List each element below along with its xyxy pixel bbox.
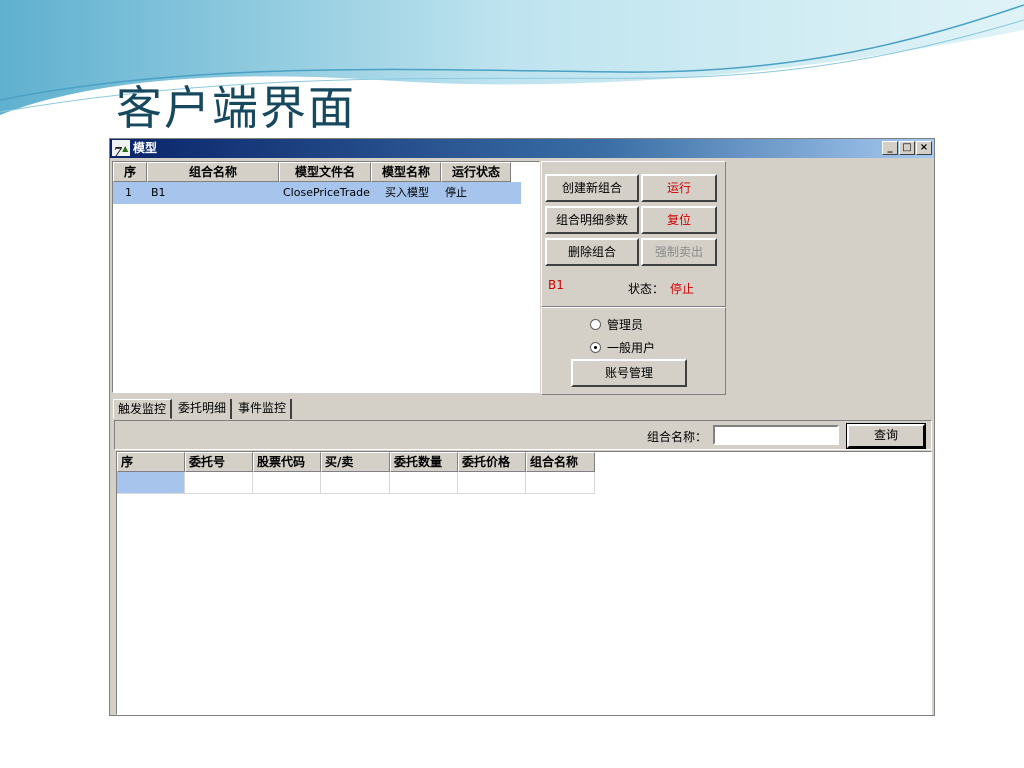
column-header-combo-name[interactable]: 组合名称 — [526, 452, 595, 472]
run-button[interactable]: 运行 — [641, 174, 717, 202]
column-header-model-file[interactable]: 模型文件名 — [279, 162, 371, 182]
maximize-button[interactable]: □ — [899, 141, 915, 155]
column-header-index[interactable]: 序 — [117, 452, 185, 472]
search-label: 组合名称： — [647, 430, 708, 444]
create-combo-button[interactable]: 创建新组合 — [545, 174, 639, 202]
model-window: 7▲ 模型 _ □ × 序 组合名称 模型文件名 模型名称 运行状态 1 B1 … — [109, 138, 935, 716]
radio-general-user-label: 一般用户 — [607, 341, 656, 355]
force-sell-button[interactable]: 强制卖出 — [641, 238, 717, 266]
query-button[interactable]: 查询 — [846, 423, 926, 449]
radio-general-user-icon[interactable] — [590, 342, 601, 353]
column-header-model-name[interactable]: 模型名称 — [371, 162, 441, 182]
user-type-panel: 管理员 一般用户 账号管理 — [541, 307, 726, 395]
minimize-button[interactable]: _ — [882, 141, 898, 155]
status-label: 状态： — [628, 282, 665, 296]
table-row-cell-model-name[interactable]: 买入模型 — [371, 182, 441, 204]
table-row-cell-combo-name[interactable]: B1 — [147, 182, 279, 204]
table-row-cell-run-status[interactable]: 停止 — [441, 182, 521, 204]
table-row-cell-index[interactable]: 1 — [113, 182, 147, 204]
monitor-tabs: 触发监控 委托明细 事件监控 — [113, 399, 294, 419]
table-row-cell[interactable] — [390, 472, 458, 494]
column-header-price[interactable]: 委托价格 — [458, 452, 526, 472]
column-header-run-status[interactable]: 运行状态 — [441, 162, 511, 182]
tab-event-monitor[interactable]: 事件监控 — [234, 399, 293, 419]
order-table: 序 委托号 股票代码 买/卖 委托数量 委托价格 组合名称 — [116, 451, 932, 715]
app-logo-icon: 7▲ — [112, 140, 130, 159]
combo-name-input[interactable] — [713, 425, 839, 445]
column-header-side[interactable]: 买/卖 — [321, 452, 390, 472]
radio-general-user[interactable]: 一般用户 — [590, 339, 655, 356]
slide-title: 客户端界面 — [116, 81, 356, 135]
search-bar: 组合名称： 查询 — [114, 420, 932, 450]
reset-button[interactable]: 复位 — [641, 206, 717, 234]
column-header-index[interactable]: 序 — [113, 162, 147, 182]
table-row-cell-model-file[interactable]: ClosePriceTrade — [279, 182, 371, 204]
radio-admin-icon[interactable] — [590, 319, 601, 330]
combo-params-button[interactable]: 组合明细参数 — [545, 206, 639, 234]
column-header-stock-code[interactable]: 股票代码 — [253, 452, 321, 472]
table-row-cell[interactable] — [321, 472, 390, 494]
status-value: 停止 — [670, 282, 695, 296]
account-management-button[interactable]: 账号管理 — [571, 359, 687, 387]
delete-combo-button[interactable]: 删除组合 — [545, 238, 639, 266]
column-header-quantity[interactable]: 委托数量 — [390, 452, 458, 472]
selected-combo-label: B1 — [548, 278, 564, 292]
column-header-combo-name[interactable]: 组合名称 — [147, 162, 279, 182]
radio-admin-label: 管理员 — [607, 318, 644, 332]
table-row-cell[interactable] — [185, 472, 253, 494]
table-row-cell[interactable] — [458, 472, 526, 494]
window-title: 模型 — [133, 141, 158, 155]
combo-control-panel: 创建新组合 运行 组合明细参数 复位 删除组合 强制卖出 B1 状态： 停止 — [541, 161, 726, 307]
tab-order-detail[interactable]: 委托明细 — [174, 399, 233, 419]
model-table: 序 组合名称 模型文件名 模型名称 运行状态 1 B1 ClosePriceTr… — [112, 161, 540, 393]
column-header-order-no[interactable]: 委托号 — [185, 452, 253, 472]
table-row-cell[interactable] — [253, 472, 321, 494]
table-row-cell[interactable] — [526, 472, 595, 494]
radio-admin[interactable]: 管理员 — [590, 316, 643, 333]
table-row-cell-selected[interactable] — [117, 472, 185, 494]
close-button[interactable]: × — [916, 141, 932, 155]
tab-trigger-monitor[interactable]: 触发监控 — [113, 399, 173, 419]
window-titlebar[interactable]: 7▲ 模型 _ □ × — [110, 139, 934, 159]
